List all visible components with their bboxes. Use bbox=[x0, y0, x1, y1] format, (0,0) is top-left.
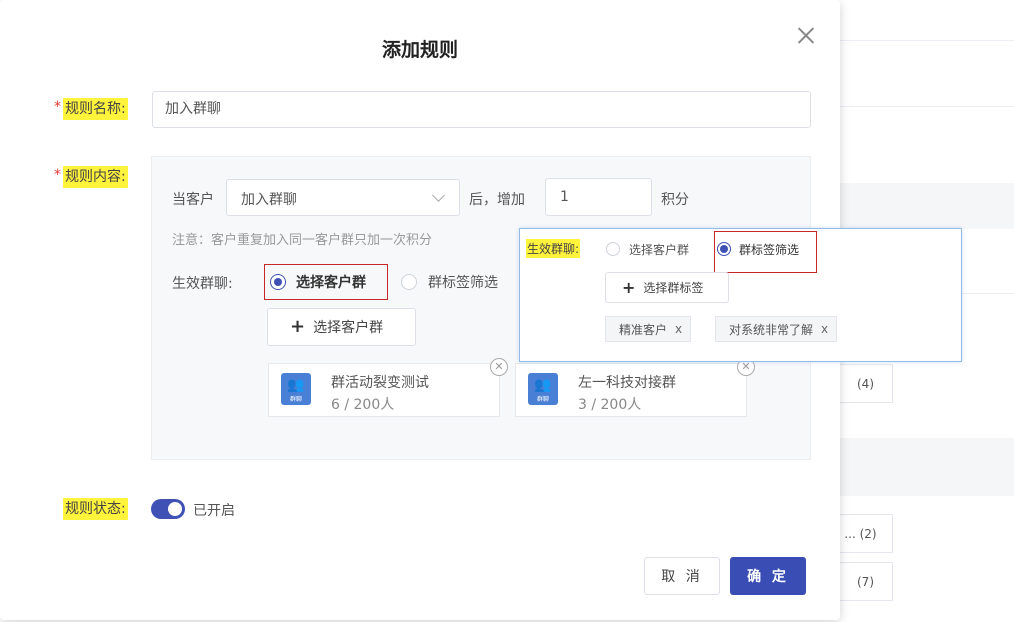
plus-icon: + bbox=[622, 277, 636, 297]
group-name: 群活动裂变测试 bbox=[331, 375, 429, 391]
action-select[interactable]: 加入群聊 bbox=[226, 179, 460, 216]
table-row-band bbox=[840, 438, 1014, 496]
dialog-title: 添加规则 bbox=[381, 39, 458, 61]
radio-tag-filter[interactable] bbox=[401, 274, 417, 290]
rule-status-toggle[interactable] bbox=[151, 499, 185, 519]
add-tag-button[interactable]: + 选择群标签 bbox=[605, 272, 729, 303]
group-name: 左一科技对接群 bbox=[578, 375, 676, 391]
remove-tag-icon[interactable]: x bbox=[675, 322, 682, 336]
plus-icon: + bbox=[290, 316, 306, 337]
group-card: 👥 群聊 群活动裂变测试 6 / 200人 bbox=[268, 363, 500, 417]
required-mark: * bbox=[54, 167, 61, 183]
remove-tag-icon[interactable]: x bbox=[821, 322, 828, 336]
after-increase-text: 后，增加 bbox=[469, 192, 525, 208]
group-avatar: 👥 群聊 bbox=[528, 373, 558, 405]
close-icon[interactable] bbox=[795, 24, 817, 46]
group-count: 3 / 200人 bbox=[578, 397, 642, 413]
group-avatar: 👥 群聊 bbox=[281, 373, 311, 405]
effective-group-label: 生效群聊: bbox=[172, 276, 233, 292]
cancel-button[interactable]: 取 消 bbox=[644, 557, 720, 595]
people-icon: 👥 bbox=[534, 377, 552, 393]
points-input[interactable]: 1 bbox=[545, 178, 652, 216]
group-card: 👥 群聊 左一科技对接群 3 / 200人 bbox=[515, 363, 747, 417]
popup-radio-tag-filter[interactable] bbox=[717, 242, 731, 256]
note-text: 注意：客户重复加入同一客户群只加一次积分 bbox=[172, 233, 433, 248]
radio-tag-filter-label: 群标签筛选 bbox=[428, 275, 498, 291]
rule-name-input[interactable]: 加入群聊 bbox=[152, 91, 811, 128]
people-icon: 👥 bbox=[287, 377, 305, 393]
rule-name-label: 规则名称: bbox=[63, 98, 128, 120]
popup-radio-tag-filter-label: 群标签筛选 bbox=[739, 243, 800, 257]
remove-group-icon[interactable]: ✕ bbox=[490, 358, 508, 376]
radio-select-group[interactable] bbox=[270, 274, 286, 290]
required-mark: * bbox=[54, 99, 61, 115]
count-badge[interactable]: (7) bbox=[838, 562, 893, 601]
when-customer-text: 当客户 bbox=[172, 192, 214, 208]
rule-content-label: 规则内容: bbox=[63, 166, 128, 188]
count-badge[interactable]: (4) bbox=[838, 364, 893, 403]
table-header-band bbox=[840, 183, 1014, 229]
popup-radio-select-group-label: 选择客户群 bbox=[629, 243, 690, 257]
rule-status-label: 规则状态: bbox=[63, 498, 128, 520]
radio-select-group-label: 选择客户群 bbox=[296, 275, 366, 291]
points-unit: 积分 bbox=[661, 192, 689, 208]
tag-filter-popup: 生效群聊: 选择客户群 群标签筛选 + 选择群标签 精准客户 x 对系统非常了解… bbox=[519, 228, 962, 362]
chevron-down-icon bbox=[432, 189, 445, 202]
popup-effective-group-label: 生效群聊: bbox=[526, 239, 581, 258]
popup-radio-select-group[interactable] bbox=[606, 242, 620, 256]
add-group-button[interactable]: + 选择客户群 bbox=[267, 308, 416, 346]
divider bbox=[840, 106, 1014, 107]
divider bbox=[840, 40, 1014, 41]
confirm-button[interactable]: 确 定 bbox=[730, 557, 806, 595]
rule-status-text: 已开启 bbox=[193, 503, 235, 519]
tag-chip: 精准客户 x bbox=[605, 316, 692, 342]
action-select-value: 加入群聊 bbox=[241, 192, 297, 208]
group-count: 6 / 200人 bbox=[331, 397, 395, 413]
tag-chip: 对系统非常了解 x bbox=[715, 316, 838, 342]
